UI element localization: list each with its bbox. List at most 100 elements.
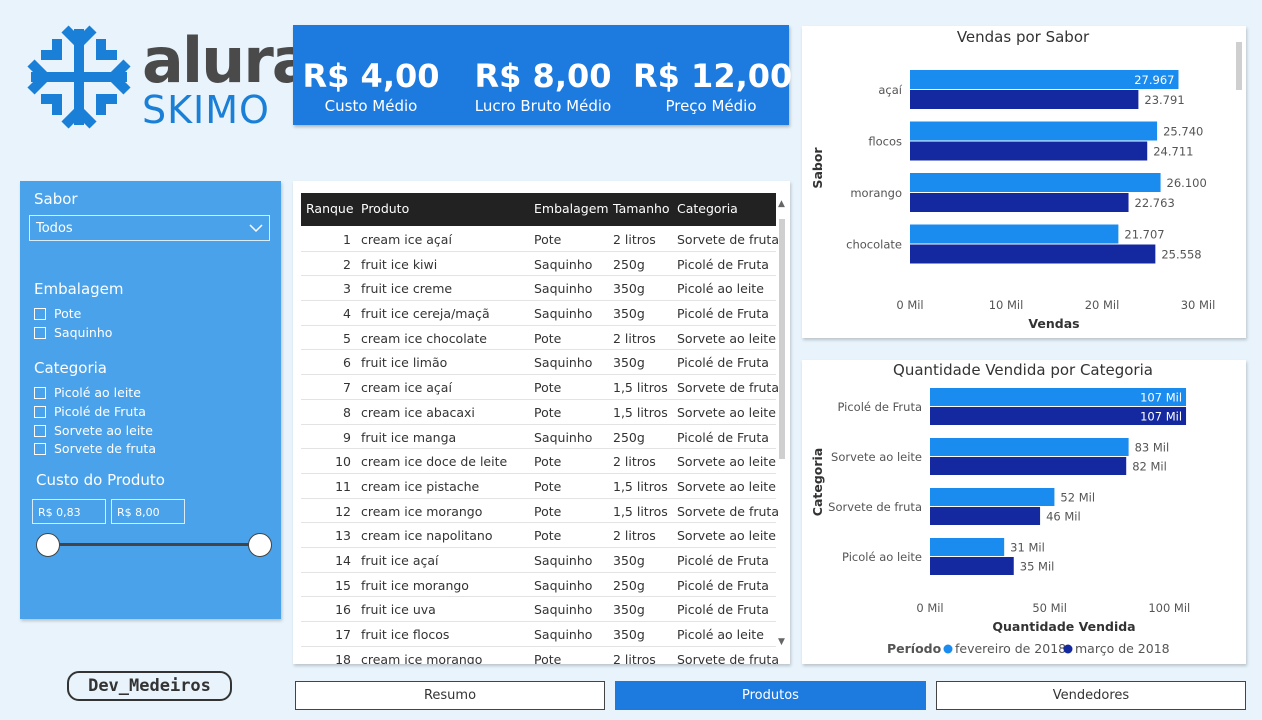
cell-categoria: Picolé ao leite: [677, 281, 764, 297]
header-tamanho[interactable]: Tamanho: [613, 201, 670, 216]
table-row[interactable]: 4 fruit ice cereja/maçã Saquinho 350g Picolé…: [301, 301, 776, 326]
table-row[interactable]: 1 cream ice açaí Pote 2 litros Sorvete de fr…: [301, 227, 779, 252]
cell-ranque: 12: [335, 503, 351, 519]
cell-categoria: Picolé de Fruta: [677, 429, 769, 445]
kpi-preco-medio: R$ 12,00 Preço Médio: [633, 25, 792, 125]
cell-embalagem: Pote: [534, 454, 562, 470]
cell-ranque: 17: [335, 627, 351, 642]
kpi-lucro-bruto-medio: R$ 8,00 Lucro Bruto Médio: [463, 25, 623, 125]
cell-produto: fruit ice kiwi: [361, 256, 438, 272]
checkbox-picole-de-fruta[interactable]: Picolé de Fruta: [34, 404, 146, 419]
checkbox-icon[interactable]: [34, 386, 46, 399]
header-categoria[interactable]: Categoria: [677, 201, 738, 216]
cell-ranque: 14: [335, 552, 351, 568]
bar: [910, 224, 1119, 244]
table-row[interactable]: 2 fruit ice kiwi Saquinho 250g Picolé de Fru…: [301, 252, 776, 277]
kpi-card: R$ 4,00 Custo Médio R$ 8,00 Lucro Bruto …: [293, 25, 792, 125]
custo-max-input[interactable]: R$ 8,00: [111, 499, 185, 524]
checkbox-saquinho[interactable]: Saquinho: [34, 325, 112, 340]
data-label: 22.763: [1135, 196, 1175, 210]
chart-scroll-thumb[interactable]: [1236, 42, 1242, 90]
cell-tamanho: 2 litros: [613, 330, 656, 346]
snowflake-icon: [27, 25, 131, 129]
cell-produto: fruit ice flocos: [361, 627, 450, 642]
header-embalagem[interactable]: Embalagem: [534, 201, 609, 216]
cell-embalagem: Saquinho: [534, 429, 593, 445]
legend-label: março de 2018: [1075, 641, 1170, 656]
checkbox-picole-ao-leite[interactable]: Picolé ao leite: [34, 385, 141, 400]
brand-word: alura: [142, 24, 314, 97]
cell-ranque: 1: [343, 232, 351, 247]
cell-produto: cream ice chocolate: [361, 330, 487, 346]
cell-categoria: Sorvete ao leite: [677, 404, 776, 420]
table-row[interactable]: 6 fruit ice limão Saquinho 350g Picolé de Fr…: [301, 350, 776, 376]
tab-produtos[interactable]: Produtos: [615, 681, 926, 710]
table-row[interactable]: 14 fruit ice açaí Saquinho 350g Picolé de Fr…: [301, 548, 776, 573]
table-row[interactable]: 9 fruit ice manga Saquinho 250g Picolé de Fr…: [301, 425, 776, 450]
chart-scrollbar[interactable]: [1236, 40, 1242, 306]
cell-embalagem: Saquinho: [534, 552, 593, 568]
data-label: 46 Mil: [1046, 510, 1081, 524]
table-row[interactable]: 3 fruit ice creme Saquinho 350g Picolé ao le…: [301, 276, 776, 302]
checkbox-icon[interactable]: [34, 442, 46, 455]
scroll-thumb[interactable]: [779, 219, 785, 459]
sabor-dropdown[interactable]: Todos: [29, 215, 270, 241]
table-row[interactable]: 8 cream ice abacaxi Pote 1,5 litros Sorvete …: [301, 400, 776, 425]
cell-produto: fruit ice açaí: [361, 552, 439, 568]
header-ranque[interactable]: Ranque: [306, 201, 354, 216]
table-row[interactable]: 5 cream ice chocolate Pote 2 litros Sorvete …: [301, 326, 776, 351]
table-row[interactable]: 11 cream ice pistache Pote 1,5 litros Sorvet…: [301, 474, 776, 499]
bar: [930, 507, 1041, 525]
checkbox-label: Picolé de Fruta: [54, 404, 146, 419]
custo-slider-max-handle[interactable]: [248, 533, 272, 557]
table-scrollbar[interactable]: ▲ ▼: [778, 199, 786, 647]
bar: [910, 121, 1158, 141]
kpi-value: R$ 4,00: [302, 57, 440, 95]
cell-produto: cream ice pistache: [361, 478, 480, 494]
checkbox-label: Pote: [54, 306, 82, 321]
header-produto[interactable]: Produto: [361, 201, 409, 216]
custo-min-input[interactable]: R$ 0,83: [32, 499, 106, 524]
cell-categoria: Sorvete ao leite: [677, 330, 776, 346]
category-label: Sorvete ao leite: [831, 450, 922, 464]
filter-panel: Sabor Todos Embalagem Pote Saquinho Cate…: [20, 181, 281, 619]
custo-slider-track[interactable]: [48, 543, 260, 546]
cell-embalagem: Saquinho: [534, 306, 593, 322]
cell-produto: cream ice açaí: [361, 380, 452, 396]
cell-produto: cream ice morango: [361, 503, 483, 519]
y-axis-label: Categoria: [810, 448, 825, 516]
data-label: 21.707: [1124, 228, 1164, 242]
cell-ranque: 8: [343, 404, 351, 420]
cell-embalagem: Saquinho: [534, 355, 593, 371]
tab-vendedores[interactable]: Vendedores: [936, 681, 1246, 710]
table-row[interactable]: 12 cream ice morango Pote 1,5 litros Sorvete…: [301, 499, 779, 524]
checkbox-sorvete-ao-leite[interactable]: Sorvete ao leite: [34, 423, 153, 438]
table-row[interactable]: 15 fruit ice morango Saquinho 250g Picolé de…: [301, 573, 776, 598]
checkbox-icon[interactable]: [34, 424, 46, 437]
table-row[interactable]: 10 cream ice doce de leite Pote 2 litros Sor…: [301, 449, 776, 474]
cell-produto: cream ice abacaxi: [361, 404, 475, 420]
table-row[interactable]: 13 cream ice napolitano Pote 2 litros Sorvet…: [301, 523, 776, 548]
tab-resumo[interactable]: Resumo: [295, 681, 605, 710]
checkbox-pote[interactable]: Pote: [34, 306, 81, 321]
cell-produto: cream ice doce de leite: [361, 454, 508, 470]
data-label: 107 Mil: [1140, 391, 1182, 405]
checkbox-icon[interactable]: [34, 307, 46, 320]
cell-embalagem: Saquinho: [534, 577, 593, 593]
table-row[interactable]: 17 fruit ice flocos Saquinho 350g Picolé ao …: [301, 622, 776, 647]
checkbox-icon[interactable]: [34, 326, 46, 339]
cell-embalagem: Pote: [534, 651, 562, 664]
scroll-down-icon[interactable]: ▼: [778, 637, 785, 647]
cell-categoria: Sorvete de fruta: [677, 380, 779, 396]
checkbox-sorvete-de-fruta[interactable]: Sorvete de fruta: [34, 441, 156, 456]
checkbox-icon[interactable]: [34, 405, 46, 418]
cell-categoria: Picolé de Fruta: [677, 602, 769, 618]
cell-ranque: 11: [335, 478, 351, 494]
custo-slider-min-handle[interactable]: [36, 533, 60, 557]
cell-produto: cream ice morango: [361, 651, 483, 664]
table-row[interactable]: 7 cream ice açaí Pote 1,5 litros Sorvete de …: [301, 375, 779, 400]
cell-produto: fruit ice uva: [361, 602, 436, 618]
table-row[interactable]: 18 cream ice morango Pote 2 litros Sorvete d…: [301, 647, 779, 664]
scroll-up-icon[interactable]: ▲: [778, 199, 785, 209]
table-row[interactable]: 16 fruit ice uva Saquinho 350g Picolé de Fru…: [301, 597, 776, 622]
